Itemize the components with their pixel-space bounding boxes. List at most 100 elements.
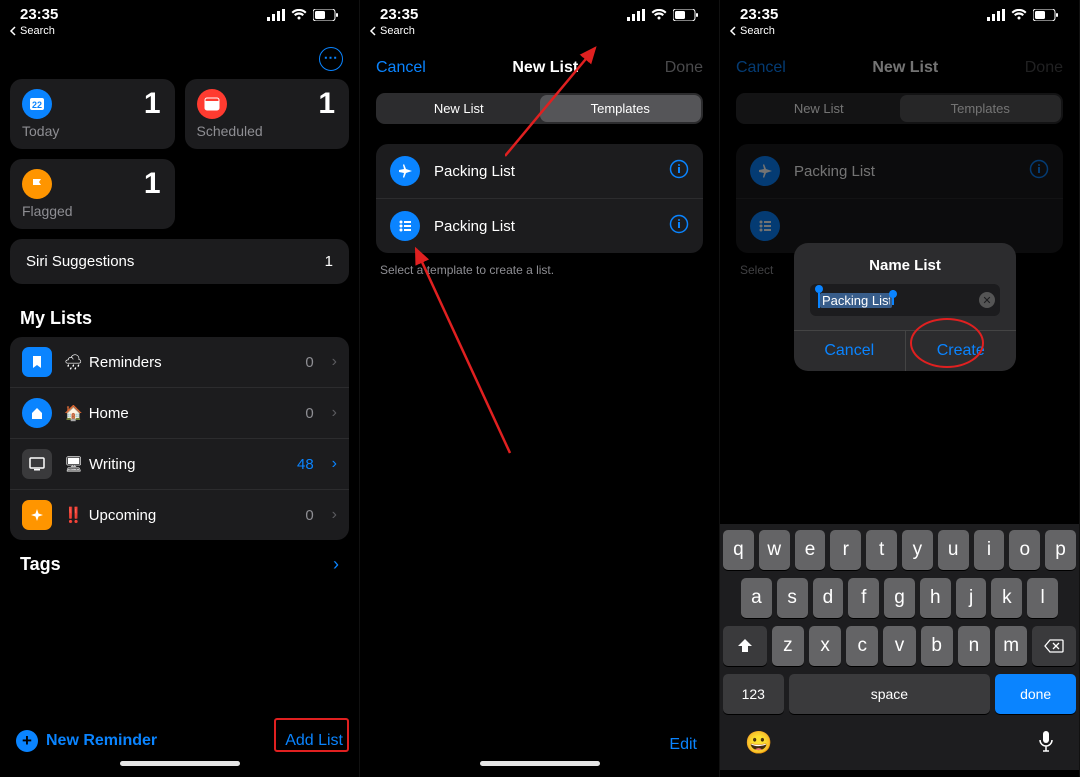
screen-new-list-templates: 23:35 Search Cancel New List Done New Li…	[360, 0, 720, 777]
key-d[interactable]: d	[813, 578, 844, 618]
status-bar: 23:35	[360, 0, 719, 23]
dictation-key[interactable]	[1038, 730, 1054, 758]
key-a[interactable]: a	[741, 578, 772, 618]
calendar-day-icon: 22	[22, 89, 52, 119]
key-q[interactable]: q	[723, 530, 754, 570]
alert-title: Name List	[794, 243, 1016, 284]
keyboard-row-1: qwertyuiop	[723, 530, 1076, 570]
wifi-icon	[1011, 9, 1027, 21]
wifi-icon	[291, 9, 307, 21]
my-lists-heading: My Lists	[0, 294, 359, 337]
key-u[interactable]: u	[938, 530, 969, 570]
segment-templates[interactable]: Templates	[540, 95, 702, 122]
svg-text:22: 22	[32, 100, 42, 110]
backspace-key[interactable]	[1032, 626, 1076, 666]
key-g[interactable]: g	[884, 578, 915, 618]
key-j[interactable]: j	[956, 578, 987, 618]
info-icon	[1029, 159, 1049, 184]
template-row[interactable]: Packing List	[376, 198, 703, 253]
list-bullet-icon	[750, 211, 780, 241]
keyboard-row-3: zxcvbnm	[723, 626, 1076, 666]
key-p[interactable]: p	[1045, 530, 1076, 570]
siri-count: 1	[325, 253, 333, 270]
segment-new-list[interactable]: New List	[378, 95, 540, 122]
back-label: Search	[20, 25, 55, 37]
info-icon[interactable]	[669, 214, 689, 239]
back-to-search[interactable]: Search	[0, 23, 359, 43]
chevron-right-icon: ›	[332, 353, 337, 371]
keyboard-row-2: asdfghjkl	[723, 578, 1076, 618]
segment-templates: Templates	[900, 95, 1062, 122]
list-name-input[interactable]	[820, 293, 892, 308]
key-s[interactable]: s	[777, 578, 808, 618]
key-z[interactable]: z	[772, 626, 804, 666]
back-to-search[interactable]: Search	[360, 23, 719, 43]
key-f[interactable]: f	[848, 578, 879, 618]
segmented-control[interactable]: New List Templates	[376, 93, 703, 124]
list-row-writing[interactable]: 🖥Writing 48 ›	[10, 438, 349, 489]
template-name: Packing List	[434, 218, 655, 235]
card-scheduled[interactable]: 1 Scheduled	[185, 79, 350, 149]
screen-name-list-alert: 23:35 Search Cancel New List Done New Li…	[720, 0, 1080, 777]
key-h[interactable]: h	[920, 578, 951, 618]
siri-suggestions[interactable]: Siri Suggestions 1	[10, 239, 349, 284]
segmented-control: New List Templates	[736, 93, 1063, 124]
chevron-right-icon: ›	[332, 455, 337, 473]
more-button[interactable]: ⋯	[319, 47, 343, 71]
key-e[interactable]: e	[795, 530, 826, 570]
alert-text-field[interactable]: .sel-handle:first-of-type::after{top:-8p…	[810, 284, 1000, 316]
status-time: 23:35	[20, 6, 58, 23]
segment-new-list: New List	[738, 95, 900, 122]
key-r[interactable]: r	[830, 530, 861, 570]
key-w[interactable]: w	[759, 530, 790, 570]
shift-key[interactable]	[723, 626, 767, 666]
done-button: Done	[665, 59, 703, 77]
list-row-home[interactable]: 🏠Home 0 ›	[10, 387, 349, 438]
home-indicator[interactable]	[480, 761, 600, 766]
card-flagged-label: Flagged	[22, 203, 73, 219]
key-m[interactable]: m	[995, 626, 1027, 666]
card-flagged[interactable]: 1 Flagged	[10, 159, 175, 229]
list-row-upcoming[interactable]: ‼️Upcoming 0 ›	[10, 489, 349, 540]
key-y[interactable]: y	[902, 530, 933, 570]
emoji-key[interactable]: 😀	[745, 730, 772, 758]
status-bar: 23:35	[0, 0, 359, 23]
key-c[interactable]: c	[846, 626, 878, 666]
key-v[interactable]: v	[883, 626, 915, 666]
key-l[interactable]: l	[1027, 578, 1058, 618]
cellular-icon	[627, 9, 645, 21]
template-name: Packing List	[434, 163, 655, 180]
battery-icon	[1033, 9, 1059, 21]
home-indicator[interactable]	[120, 761, 240, 766]
airplane-icon	[750, 156, 780, 186]
template-row[interactable]: Packing List	[376, 144, 703, 198]
cellular-icon	[267, 9, 285, 21]
alert-cancel-button[interactable]: Cancel	[794, 331, 906, 371]
tags-section[interactable]: Tags ›	[0, 540, 359, 589]
key-o[interactable]: o	[1009, 530, 1040, 570]
list-row-reminders[interactable]: 🌧Reminders 0 ›	[10, 337, 349, 387]
list-name: 🌧Reminders	[64, 353, 293, 371]
key-n[interactable]: n	[958, 626, 990, 666]
keyboard[interactable]: qwertyuiop asdfghjkl zxcvbnm 123 space d…	[720, 524, 1079, 770]
card-today[interactable]: 22 1 Today	[10, 79, 175, 149]
new-reminder-button[interactable]: + New Reminder	[16, 730, 157, 752]
key-k[interactable]: k	[991, 578, 1022, 618]
clear-text-icon[interactable]: ✕	[979, 292, 995, 308]
space-key[interactable]: space	[789, 674, 991, 714]
status-time: 23:35	[380, 6, 418, 23]
key-i[interactable]: i	[974, 530, 1005, 570]
numbers-key[interactable]: 123	[723, 674, 784, 714]
cancel-button[interactable]: Cancel	[376, 59, 426, 77]
list-name: ‼️Upcoming	[64, 506, 293, 524]
key-t[interactable]: t	[866, 530, 897, 570]
chevron-right-icon: ›	[333, 554, 339, 575]
done-key[interactable]: done	[995, 674, 1076, 714]
back-to-search[interactable]: Search	[720, 23, 1079, 43]
key-b[interactable]: b	[921, 626, 953, 666]
edit-button[interactable]: Edit	[669, 736, 697, 754]
status-bar: 23:35	[720, 0, 1079, 23]
info-icon[interactable]	[669, 159, 689, 184]
list-count: 0	[305, 354, 313, 371]
key-x[interactable]: x	[809, 626, 841, 666]
